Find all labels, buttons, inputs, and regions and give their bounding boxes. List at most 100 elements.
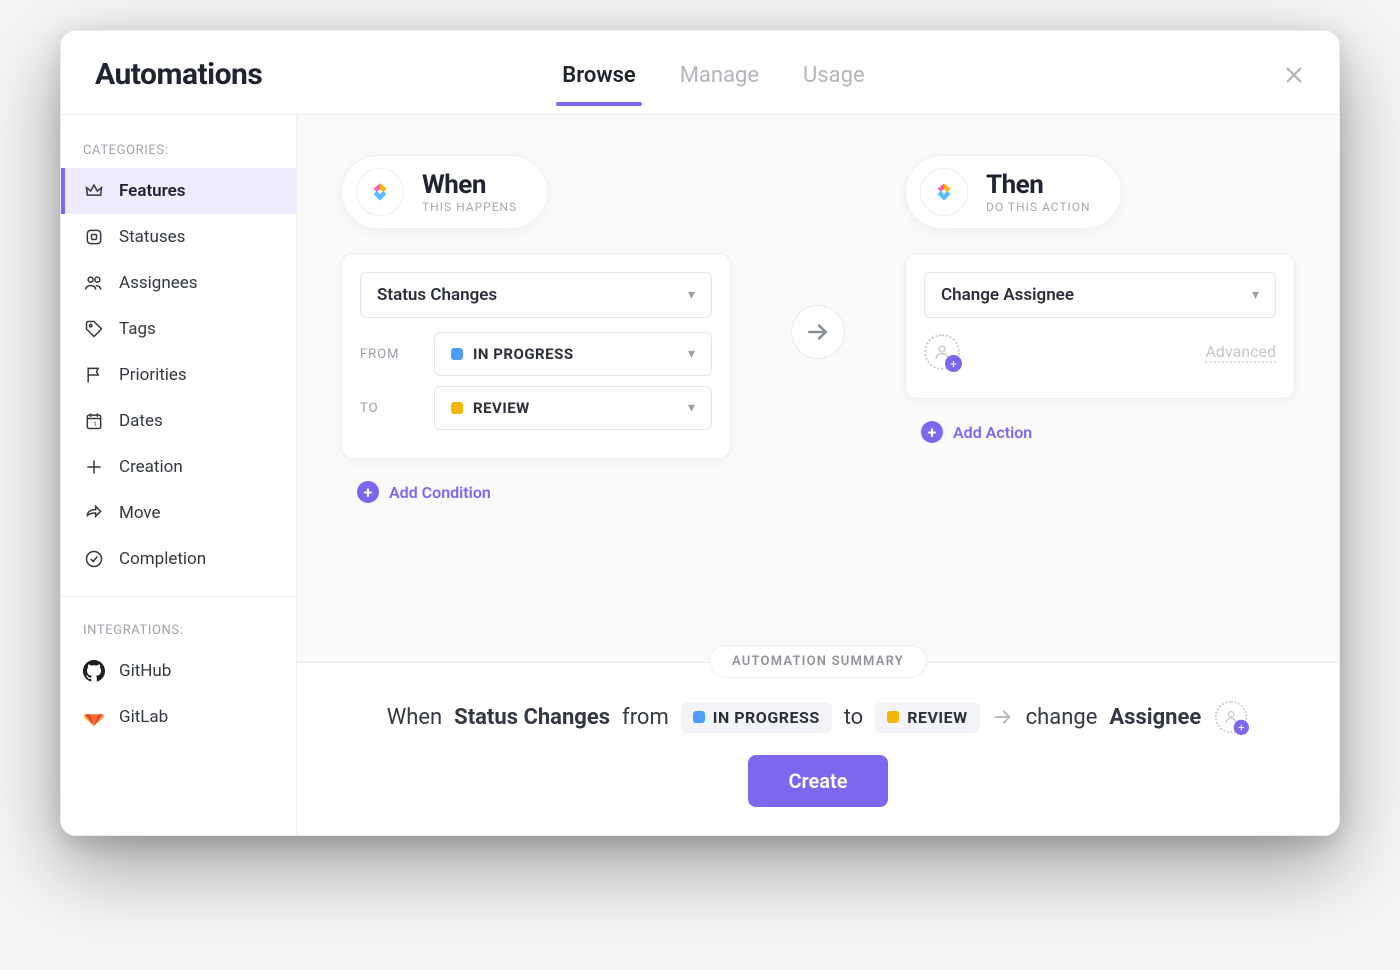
sidebar-divider — [61, 596, 296, 597]
sidebar-item-gitlab[interactable]: GitLab — [61, 694, 296, 740]
status-dot-in-progress — [693, 711, 705, 723]
tabs: Browse Manage Usage — [562, 53, 864, 96]
sidebar-item-label: GitHub — [119, 661, 171, 681]
summary-action-word: Assignee — [1109, 705, 1201, 730]
sidebar-heading-categories: CATEGORIES: — [61, 131, 296, 168]
summary-trigger: Status Changes — [454, 705, 610, 730]
action-dropdown[interactable]: Change Assignee ▾ — [924, 272, 1276, 318]
when-title: When — [422, 170, 517, 200]
close-icon[interactable] — [1283, 64, 1305, 86]
from-label: FROM — [360, 347, 420, 362]
chevron-down-icon: ▾ — [688, 287, 695, 303]
action-label: Change Assignee — [941, 285, 1074, 305]
summary-add-assignee[interactable]: + — [1215, 701, 1247, 733]
sidebar-item-label: Priorities — [119, 365, 187, 385]
check-circle-icon — [83, 548, 105, 570]
sidebar-item-assignees[interactable]: Assignees — [61, 260, 296, 306]
automations-modal: Automations Browse Manage Usage CATEGORI… — [60, 30, 1340, 836]
sidebar-item-label: Tags — [119, 319, 156, 339]
sidebar-item-creation[interactable]: Creation — [61, 444, 296, 490]
sidebar-heading-integrations: INTEGRATIONS: — [61, 611, 296, 648]
action-card: Change Assignee ▾ + Advanced — [905, 253, 1295, 399]
sidebar-item-label: Statuses — [119, 227, 185, 247]
sidebar-item-statuses[interactable]: Statuses — [61, 214, 296, 260]
sidebar: CATEGORIES: Features Statuses Assignees — [61, 115, 297, 835]
modal-header: Automations Browse Manage Usage — [61, 31, 1339, 115]
from-status-dropdown[interactable]: IN PROGRESS ▾ — [434, 332, 712, 376]
summary-change-word: change — [1026, 705, 1098, 730]
github-icon — [83, 660, 105, 682]
summary-to-chip: REVIEW — [875, 702, 979, 733]
trigger-label: Status Changes — [377, 285, 497, 305]
summary-from-status: IN PROGRESS — [713, 708, 820, 727]
share-arrow-icon — [83, 502, 105, 524]
status-dot-review — [451, 402, 463, 414]
trigger-card: Status Changes ▾ FROM IN PROGRESS ▾ — [341, 253, 731, 459]
sidebar-item-move[interactable]: Move — [61, 490, 296, 536]
to-status-dropdown[interactable]: REVIEW ▾ — [434, 386, 712, 430]
plus-badge-icon: + — [1234, 720, 1249, 735]
sidebar-item-label: GitLab — [119, 707, 168, 727]
sidebar-item-label: Features — [119, 181, 186, 201]
chevron-down-icon: ▾ — [1252, 287, 1259, 303]
modal-title: Automations — [95, 57, 262, 92]
trigger-dropdown[interactable]: Status Changes ▾ — [360, 272, 712, 318]
sidebar-item-completion[interactable]: Completion — [61, 536, 296, 582]
tab-browse[interactable]: Browse — [562, 63, 635, 106]
sidebar-item-dates[interactable]: 1 Dates — [61, 398, 296, 444]
to-row: TO REVIEW ▾ — [360, 386, 712, 430]
clickup-logo-icon — [920, 168, 968, 216]
from-row: FROM IN PROGRESS ▾ — [360, 332, 712, 376]
tab-usage[interactable]: Usage — [803, 63, 865, 106]
add-condition-button[interactable]: + Add Condition — [349, 475, 731, 509]
crown-icon — [83, 180, 105, 202]
when-header-pill: When THIS HAPPENS — [341, 155, 548, 229]
add-action-button[interactable]: + Add Action — [913, 415, 1295, 449]
sidebar-item-label: Assignees — [119, 273, 198, 293]
modal-body: CATEGORIES: Features Statuses Assignees — [61, 115, 1339, 835]
arrow-right-icon — [791, 305, 845, 359]
clickup-logo-icon — [356, 168, 404, 216]
add-assignee-button[interactable]: + — [924, 334, 960, 370]
plus-circle-icon: + — [921, 421, 943, 443]
advanced-link[interactable]: Advanced — [1205, 342, 1276, 363]
sidebar-item-github[interactable]: GitHub — [61, 648, 296, 694]
summary-from-chip: IN PROGRESS — [681, 702, 832, 733]
status-dot-review — [887, 711, 899, 723]
then-header-pill: Then DO THIS ACTION — [905, 155, 1122, 229]
gitlab-icon — [83, 706, 105, 728]
then-column: Then DO THIS ACTION Change Assignee ▾ — [905, 155, 1295, 449]
to-label: TO — [360, 401, 420, 416]
chevron-down-icon: ▾ — [688, 346, 695, 362]
summary-to-status: REVIEW — [907, 708, 967, 727]
people-icon — [83, 272, 105, 294]
status-dot-in-progress — [451, 348, 463, 360]
arrow-right-icon — [992, 706, 1014, 728]
tab-manage[interactable]: Manage — [680, 63, 759, 106]
svg-text:1: 1 — [93, 420, 97, 428]
sidebar-item-tags[interactable]: Tags — [61, 306, 296, 352]
summary-line: When Status Changes from IN PROGRESS to … — [387, 699, 1250, 735]
summary-when-word: When — [387, 705, 442, 730]
sidebar-item-label: Completion — [119, 549, 206, 569]
chevron-down-icon: ▾ — [688, 400, 695, 416]
plus-icon — [83, 456, 105, 478]
summary-to-word: to — [844, 705, 864, 730]
sidebar-item-priorities[interactable]: Priorities — [61, 352, 296, 398]
tag-icon — [83, 318, 105, 340]
add-action-label: Add Action — [953, 423, 1032, 442]
summary-badge: AUTOMATION SUMMARY — [709, 645, 927, 678]
when-subtitle: THIS HAPPENS — [422, 200, 517, 214]
create-button[interactable]: Create — [748, 755, 887, 807]
from-status-name: IN PROGRESS — [473, 345, 574, 363]
summary-section: AUTOMATION SUMMARY When Status Changes f… — [297, 662, 1339, 835]
then-subtitle: DO THIS ACTION — [986, 200, 1091, 214]
then-title: Then — [986, 170, 1091, 200]
plus-circle-icon: + — [357, 481, 379, 503]
sidebar-item-features[interactable]: Features — [61, 168, 296, 214]
when-column: When THIS HAPPENS Status Changes ▾ FROM — [341, 155, 731, 509]
builder: When THIS HAPPENS Status Changes ▾ FROM — [297, 115, 1339, 662]
summary-from-word: from — [622, 705, 669, 730]
add-condition-label: Add Condition — [389, 483, 491, 502]
main-panel: When THIS HAPPENS Status Changes ▾ FROM — [297, 115, 1339, 835]
